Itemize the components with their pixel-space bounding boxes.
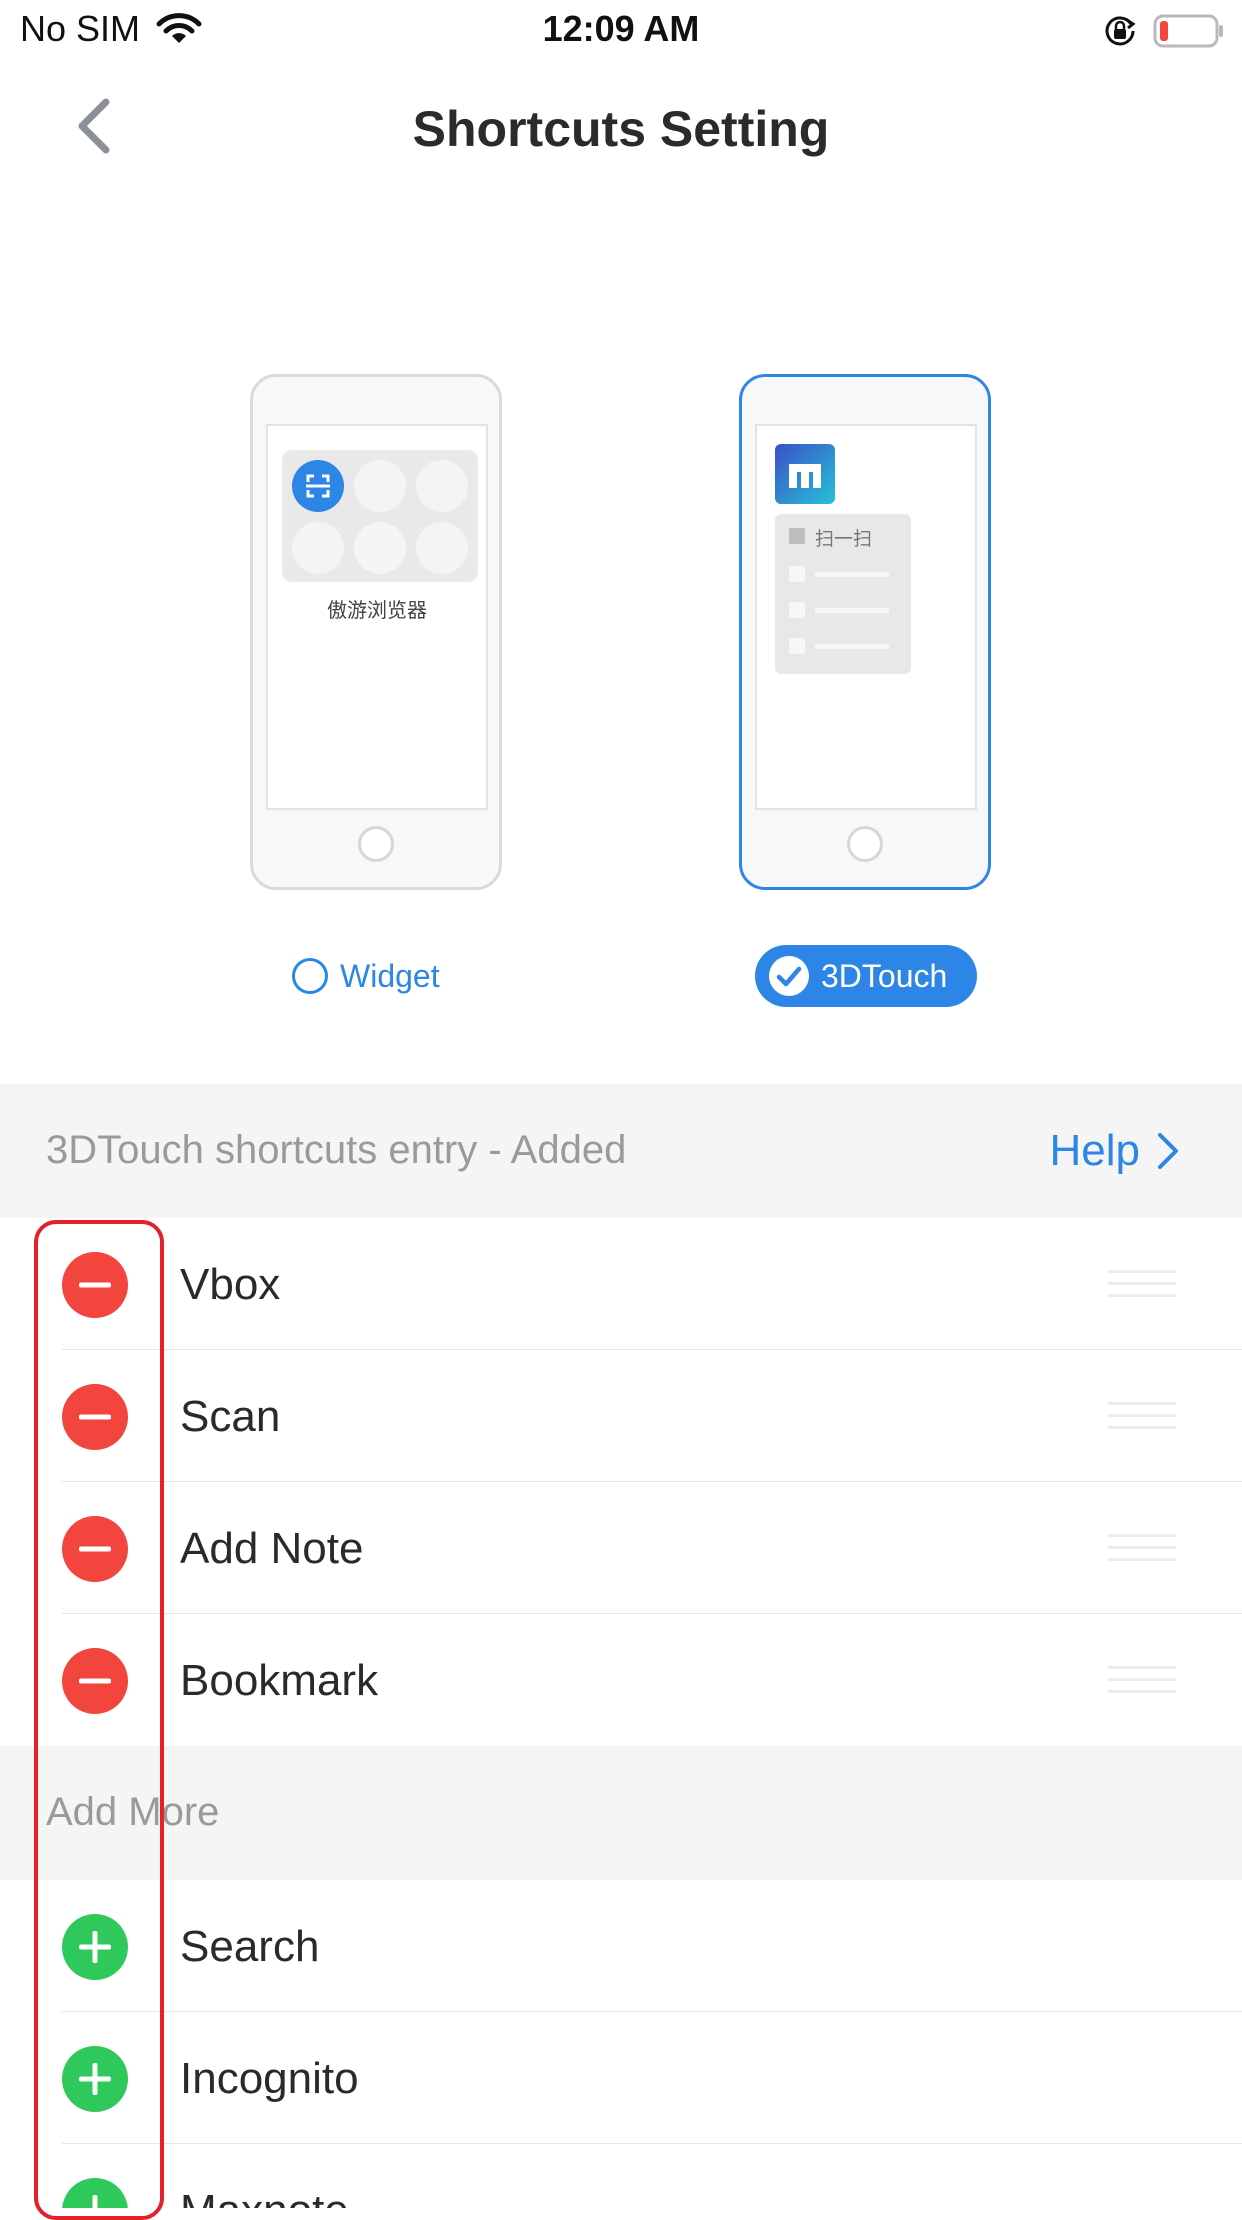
widget-option-label: Widget <box>340 957 440 994</box>
widget-option[interactable]: Widget <box>292 954 440 998</box>
menu-item-line <box>815 644 889 649</box>
added-section-header: 3DTouch shortcuts entry - Added Help <box>0 1084 1242 1219</box>
menu-item-line <box>815 572 889 577</box>
item-label: Vbox <box>180 1260 281 1309</box>
touch-preview-phone[interactable]: 扫一扫 <box>739 374 991 890</box>
list-item: Search <box>0 1880 1242 2012</box>
touch-preview-screen: 扫一扫 <box>755 424 977 810</box>
list-item: Incognito <box>0 2012 1242 2144</box>
3dtouch-option[interactable]: 3DTouch <box>755 945 977 1007</box>
list-item: Vbox <box>0 1218 1242 1350</box>
rotation-lock-icon <box>1103 14 1137 53</box>
remove-button[interactable] <box>62 1648 128 1714</box>
minus-icon <box>79 1414 111 1420</box>
add-more-section-header: Add More <box>0 1746 1242 1881</box>
home-button-illustration <box>358 826 394 862</box>
menu-item-icon <box>789 602 805 618</box>
checkmark-icon <box>769 956 809 996</box>
battery-icon <box>1153 14 1225 53</box>
item-label: Bookmark <box>180 1656 379 1705</box>
menu-item-icon <box>789 566 805 582</box>
status-bar: No SIM 12:09 AM <box>0 0 1242 64</box>
quick-action-menu: 扫一扫 <box>775 514 911 674</box>
plus-icon <box>79 2063 111 2095</box>
widget-slot <box>354 522 406 574</box>
minus-icon <box>79 1546 111 1552</box>
help-link[interactable]: Help <box>1050 1126 1185 1176</box>
add-button[interactable] <box>62 2046 128 2112</box>
chevron-right-icon <box>1158 1133 1178 1169</box>
added-section-title: 3DTouch shortcuts entry - Added <box>46 1128 627 1172</box>
page-title: Shortcuts Setting <box>412 101 830 157</box>
widget-preview-phone[interactable]: 傲游浏览器 <box>250 374 502 890</box>
app-logo-icon <box>775 444 835 504</box>
widget-slot <box>292 522 344 574</box>
remove-button[interactable] <box>62 1384 128 1450</box>
scan-icon <box>292 460 344 512</box>
list-item: Scan <box>0 1350 1242 1482</box>
plus-icon <box>92 2195 98 2208</box>
add-more-title: Add More <box>46 1790 220 1834</box>
clock-time: 12:09 AM <box>542 8 700 49</box>
drag-handle-icon[interactable] <box>1108 1266 1176 1302</box>
menu-item-line <box>815 608 889 613</box>
add-button[interactable] <box>62 2178 128 2208</box>
add-button[interactable] <box>62 1914 128 1980</box>
item-label: Search <box>180 1922 320 1971</box>
help-label: Help <box>1049 1126 1141 1175</box>
drag-handle-icon[interactable] <box>1108 1398 1176 1434</box>
list-item: Bookmark <box>0 1614 1242 1746</box>
remove-button[interactable] <box>62 1252 128 1318</box>
widget-slot <box>416 522 468 574</box>
widget-slot <box>354 460 406 512</box>
3dtouch-option-label: 3DTouch <box>821 957 948 994</box>
home-button-illustration <box>847 826 883 862</box>
plus-icon <box>79 1931 111 1963</box>
minus-icon <box>79 1678 111 1684</box>
widget-slot <box>416 460 468 512</box>
remove-button[interactable] <box>62 1516 128 1582</box>
widget-preview-screen: 傲游浏览器 <box>266 424 488 810</box>
widget-grid <box>282 450 478 582</box>
radio-unchecked-icon <box>292 958 328 994</box>
item-label: Maxnote <box>180 2186 349 2208</box>
drag-handle-icon[interactable] <box>1108 1530 1176 1566</box>
minus-icon <box>79 1282 111 1288</box>
item-label: Incognito <box>180 2054 359 2103</box>
navigation-bar: Shortcuts Setting <box>0 64 1242 188</box>
item-label: Scan <box>180 1392 281 1441</box>
drag-handle-icon[interactable] <box>1108 1662 1176 1698</box>
menu-item-icon <box>789 638 805 654</box>
widget-app-name: 傲游浏览器 <box>327 600 427 622</box>
menu-scan-label: 扫一扫 <box>815 529 873 550</box>
list-item: Maxnote <box>0 2144 1242 2208</box>
list-item: Add Note <box>0 1482 1242 1614</box>
menu-item-icon <box>789 528 805 544</box>
item-label: Add Note <box>180 1524 364 1573</box>
